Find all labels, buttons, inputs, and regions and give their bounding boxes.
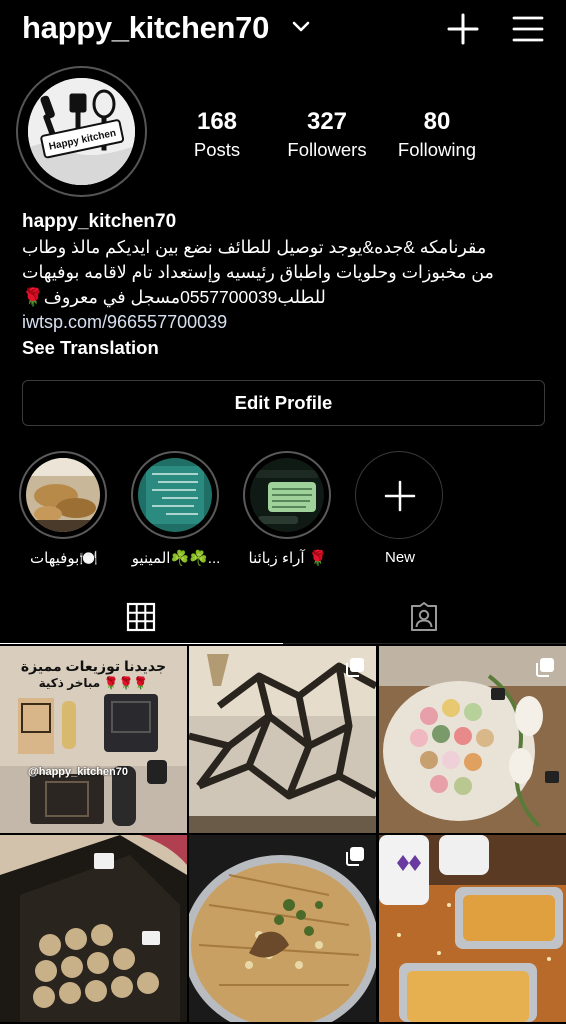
plus-icon [384,480,416,512]
tab-tagged[interactable] [283,592,566,644]
tab-grid[interactable] [0,592,283,644]
tagged-person-icon [411,602,437,631]
following-label: Following [397,139,477,160]
multiple-photos-icon [536,658,554,677]
posts-grid: جديدنا توزيعات مميزة مباخر ذكية 🌹🌹🌹 @hap… [0,646,566,1024]
avatar[interactable]: Happy kitchen [28,78,135,185]
post-caption-line: مباخر ذكية 🌹🌹🌹 [38,676,149,690]
highlight-cover [26,458,100,532]
followers-label: Followers [287,139,367,160]
bio-line: من مخبوزات وحلويات واطباق رئيسيه وإستعدا… [22,262,494,282]
username-switcher[interactable]: happy_kitchen70 [22,10,269,46]
profile-header: happy_kitchen70 [0,0,566,60]
highlight-buffets[interactable]: بوفيهات🍽️ [19,451,109,567]
following-stat[interactable]: 80 Following [382,108,492,161]
post-tile[interactable] [189,646,376,833]
chevron-down-icon[interactable] [292,20,310,34]
highlight-reviews[interactable]: آراء زبائنا 🌹 [243,451,333,567]
following-count: 80 [423,108,451,135]
post-caption-line: جديدنا توزيعات مميزة [20,658,167,674]
post-tile[interactable] [189,835,376,1022]
multiple-photos-icon [346,658,364,677]
profile-tabs [0,592,566,644]
post-watermark: @happy_kitchen70 [28,766,128,778]
highlight-label: New [384,549,415,566]
new-post-plus-icon[interactable] [446,12,480,46]
followers-count: 327 [306,108,348,135]
bio-section: happy_kitchen70 مقرنامكه &جده&يوجد توصيل… [22,211,546,359]
hamburger-menu-icon[interactable] [511,14,545,44]
post-tile[interactable]: جديدنا توزيعات مميزة مباخر ذكية 🌹🌹🌹 @hap… [0,646,187,833]
posts-count: 168 [196,108,238,135]
highlight-menu[interactable]: المينيو☘️☘️... [131,451,221,567]
grid-icon [126,602,156,632]
multiple-photos-icon [346,847,364,866]
highlight-label: بوفيهات🍽️ [30,550,98,567]
bio-line: مقرنامكه &جده&يوجد توصيل للطائف نضع بين … [22,237,487,257]
bio-line: للطلب0557700039مسجل في معروف🌹 [22,287,326,307]
highlight-label: المينيو☘️☘️... [131,550,221,567]
post-tile[interactable] [0,835,187,1022]
followers-stat[interactable]: 327 Followers [272,108,382,161]
see-translation-link[interactable]: See Translation [22,337,546,359]
highlight-ring [243,451,331,539]
highlight-cover [250,458,324,532]
bio-text: مقرنامكه &جده&يوجد توصيل للطائف نضع بين … [22,235,546,310]
post-tile[interactable] [379,835,566,1022]
post-tile[interactable] [379,646,566,833]
bio-name: happy_kitchen70 [22,211,177,232]
highlight-cover [138,458,212,532]
highlight-new[interactable]: New [355,451,445,566]
new-highlight-circle [355,451,443,539]
bio-link[interactable]: iwtsp.com/966557700039 [22,312,546,333]
posts-stat[interactable]: 168 Posts [162,108,272,161]
happy-kitchen-logo: Happy kitchen [28,78,135,185]
highlight-ring [131,451,219,539]
highlight-ring [19,451,107,539]
edit-profile-button[interactable]: Edit Profile [22,380,545,426]
posts-label: Posts [193,139,241,160]
highlight-label: آراء زبائنا 🌹 [248,550,328,567]
